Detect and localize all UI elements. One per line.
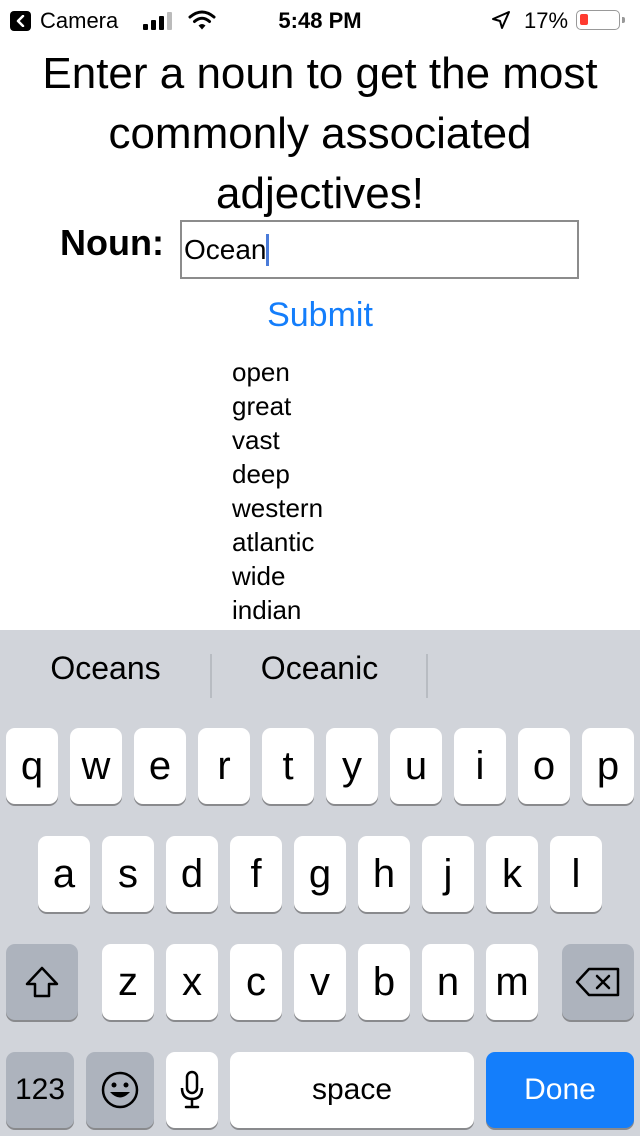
key-m[interactable]: m xyxy=(486,944,538,1020)
key-v[interactable]: v xyxy=(294,944,346,1020)
predictive-text-bar: Oceans Oceanic xyxy=(0,630,640,718)
suggestion-1[interactable]: Oceans xyxy=(0,650,211,687)
key-x[interactable]: x xyxy=(166,944,218,1020)
location-arrow-icon xyxy=(492,11,510,29)
key-h[interactable]: h xyxy=(358,836,410,912)
numbers-key[interactable]: 123 xyxy=(6,1052,74,1128)
emoji-key[interactable] xyxy=(86,1052,154,1128)
key-w[interactable]: w xyxy=(70,728,122,804)
key-z[interactable]: z xyxy=(102,944,154,1020)
shift-icon xyxy=(25,966,59,998)
noun-input[interactable] xyxy=(180,220,579,279)
suggestion-divider xyxy=(426,654,428,698)
page-heading: Enter a noun to get the most commonly as… xyxy=(42,49,598,218)
key-s[interactable]: s xyxy=(102,836,154,912)
key-e[interactable]: e xyxy=(134,728,186,804)
key-d[interactable]: d xyxy=(166,836,218,912)
list-item: open xyxy=(232,357,290,387)
key-l[interactable]: l xyxy=(550,836,602,912)
list-item: great xyxy=(232,391,292,421)
shift-key[interactable] xyxy=(6,944,78,1020)
key-r[interactable]: r xyxy=(198,728,250,804)
battery-percentage: 17% xyxy=(524,8,569,33)
key-o[interactable]: o xyxy=(518,728,570,804)
key-y[interactable]: y xyxy=(326,728,378,804)
key-p[interactable]: p xyxy=(582,728,634,804)
key-t[interactable]: t xyxy=(262,728,314,804)
key-f[interactable]: f xyxy=(230,836,282,912)
list-item: atlantic xyxy=(232,527,315,557)
backspace-key[interactable] xyxy=(562,944,634,1020)
space-key[interactable]: space xyxy=(230,1052,474,1128)
suggestion-2[interactable]: Oceanic xyxy=(212,650,427,687)
key-b[interactable]: b xyxy=(358,944,410,1020)
key-n[interactable]: n xyxy=(422,944,474,1020)
key-c[interactable]: c xyxy=(230,944,282,1020)
battery-icon xyxy=(576,10,625,30)
key-a[interactable]: a xyxy=(38,836,90,912)
list-item: deep xyxy=(232,459,290,489)
key-u[interactable]: u xyxy=(390,728,442,804)
key-i[interactable]: i xyxy=(454,728,506,804)
key-k[interactable]: k xyxy=(486,836,538,912)
noun-label: Noun: xyxy=(60,222,164,263)
key-g[interactable]: g xyxy=(294,836,346,912)
microphone-icon xyxy=(180,1070,204,1109)
adjective-results-list: open great vast deep western atlantic wi… xyxy=(232,355,323,627)
keyboard: Oceans Oceanic q w e r t y u i o p a s d… xyxy=(0,630,640,1136)
list-item: wide xyxy=(232,561,286,591)
emoji-icon xyxy=(101,1071,139,1109)
text-cursor xyxy=(266,234,269,266)
status-bar: Camera 5:48 PM 17% xyxy=(0,0,640,40)
dictation-key[interactable] xyxy=(166,1052,218,1128)
submit-button[interactable]: Submit xyxy=(0,296,640,335)
list-item: indian xyxy=(232,595,302,625)
key-q[interactable]: q xyxy=(6,728,58,804)
list-item: western xyxy=(232,493,324,523)
key-j[interactable]: j xyxy=(422,836,474,912)
backspace-icon xyxy=(575,967,620,997)
list-item: vast xyxy=(232,425,280,455)
done-key[interactable]: Done xyxy=(486,1052,634,1128)
